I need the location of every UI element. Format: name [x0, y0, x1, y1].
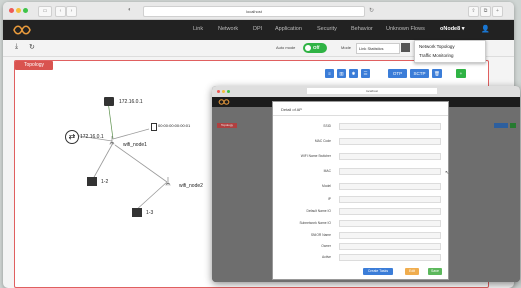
- new-tab-icon[interactable]: +: [492, 6, 503, 17]
- privacy-icon[interactable]: ◐: [128, 7, 132, 13]
- router-icon[interactable]: [132, 208, 142, 217]
- device-icon[interactable]: [151, 123, 157, 131]
- access-point-icon[interactable]: ᛦ: [165, 177, 171, 188]
- user-menu[interactable]: oNode8 ▾: [440, 26, 464, 32]
- field-input[interactable]: [339, 168, 441, 175]
- field-label: SSID: [323, 124, 331, 128]
- access-point-icon[interactable]: ᛦ: [109, 136, 115, 147]
- field-input[interactable]: [339, 220, 441, 227]
- divider: [273, 115, 448, 116]
- browser-chrome: ▭ ‹ › ◐ localhost ↻ ⇧ ⧉ +: [3, 2, 514, 20]
- back-icon[interactable]: ‹: [55, 6, 66, 17]
- edit-button[interactable]: Edit: [405, 268, 419, 275]
- field-label: IP: [327, 197, 331, 201]
- field-label: Default Name IO: [306, 209, 331, 213]
- topology-tab[interactable]: Topology: [217, 123, 237, 128]
- field-input[interactable]: [339, 123, 441, 130]
- auto-mode-label: Auto mode: [276, 45, 296, 50]
- detail-modal: Detail of AP SSID MAC Code WIFI Name Swi…: [272, 101, 449, 280]
- share-icon[interactable]: ⇧: [468, 6, 479, 17]
- close-dot[interactable]: [217, 90, 220, 93]
- field-label: MAC Code: [314, 139, 331, 143]
- nav-unknown-flows[interactable]: Unknown Flows: [386, 26, 425, 32]
- switch-icon[interactable]: ⇄: [65, 130, 79, 144]
- cursor-icon: ↖: [445, 170, 450, 176]
- tabs-icon[interactable]: ⧉: [480, 6, 491, 17]
- logo-icon: [218, 99, 230, 105]
- field-label: SNIOR Name: [310, 233, 331, 237]
- mode-select[interactable]: Link Statistics: [356, 43, 400, 54]
- node-label: 1-3: [146, 210, 154, 216]
- field-input[interactable]: [339, 232, 441, 239]
- field-label: MAC: [323, 169, 331, 173]
- maximize-dot[interactable]: [227, 90, 230, 93]
- node-label: wifi_node2: [179, 183, 203, 189]
- node-label: 1-2: [101, 179, 109, 185]
- download-icon[interactable]: ⤓: [15, 43, 18, 51]
- address-bar[interactable]: localhost: [143, 6, 365, 17]
- top-navbar: Link Network DPI Application Security Be…: [3, 20, 514, 40]
- node-label: wifi_node1: [123, 142, 147, 148]
- user-icon[interactable]: 👤: [481, 25, 490, 33]
- field-input[interactable]: [339, 208, 441, 215]
- field-label: Active: [322, 255, 331, 259]
- forward-icon[interactable]: ›: [66, 6, 77, 17]
- address-bar[interactable]: localhost: [307, 88, 437, 94]
- field-input[interactable]: [339, 196, 441, 203]
- browser-chrome: localhost: [212, 86, 520, 97]
- nav-link[interactable]: Link: [193, 26, 203, 32]
- field-input[interactable]: [339, 254, 441, 261]
- toggle-knob: [305, 45, 311, 51]
- nav-dpi[interactable]: DPI: [253, 26, 262, 32]
- sidebar-toggle-icon[interactable]: ▭: [38, 6, 52, 17]
- field-input[interactable]: [339, 183, 441, 190]
- toggle-text: Off: [313, 45, 320, 50]
- field-input[interactable]: [339, 138, 441, 145]
- minimize-dot[interactable]: [222, 90, 225, 93]
- nav-behavior[interactable]: Behavior: [351, 26, 373, 32]
- reload-icon[interactable]: ↻: [369, 7, 374, 14]
- action-button[interactable]: [494, 123, 508, 128]
- menu-network-topology[interactable]: Network Topology: [419, 44, 455, 49]
- logo-icon: [13, 25, 31, 35]
- field-label: Owner: [321, 244, 331, 248]
- node-label: 172.16.0.1: [119, 99, 143, 105]
- field-label: Subnetwork Name IO: [299, 221, 331, 225]
- node-label: 00:00:00:00:00:01: [158, 123, 191, 128]
- router-icon[interactable]: [87, 177, 97, 186]
- create-tasks-button[interactable]: Create Tasks: [363, 268, 393, 275]
- modal-title: Detail of AP: [281, 107, 302, 112]
- node-label: 172.16.0.1: [80, 134, 104, 140]
- minimize-dot[interactable]: [16, 8, 21, 13]
- nav-security[interactable]: Security: [317, 26, 337, 32]
- close-dot[interactable]: [9, 8, 14, 13]
- refresh-icon[interactable]: ↻: [29, 43, 35, 51]
- field-label: Model: [322, 184, 331, 188]
- maximize-dot[interactable]: [23, 8, 28, 13]
- user-dropdown: Network Topology Traffic Monitoring: [414, 40, 486, 63]
- mode-label: Mode: [341, 45, 352, 50]
- field-input[interactable]: [339, 153, 441, 160]
- save-button[interactable]: Save: [428, 268, 442, 275]
- auto-mode-toggle[interactable]: Off: [303, 43, 327, 53]
- field-input[interactable]: [339, 243, 441, 250]
- nav-application[interactable]: Application: [275, 26, 302, 32]
- field-label: WIFI Name Switcher: [300, 154, 331, 158]
- router-icon[interactable]: [104, 97, 114, 106]
- mode-select-value: Link Statistics: [359, 46, 384, 51]
- menu-traffic-monitoring[interactable]: Traffic Monitoring: [419, 53, 454, 58]
- add-icon[interactable]: [510, 123, 516, 128]
- grid-icon[interactable]: [401, 43, 410, 52]
- nav-network[interactable]: Network: [218, 26, 238, 32]
